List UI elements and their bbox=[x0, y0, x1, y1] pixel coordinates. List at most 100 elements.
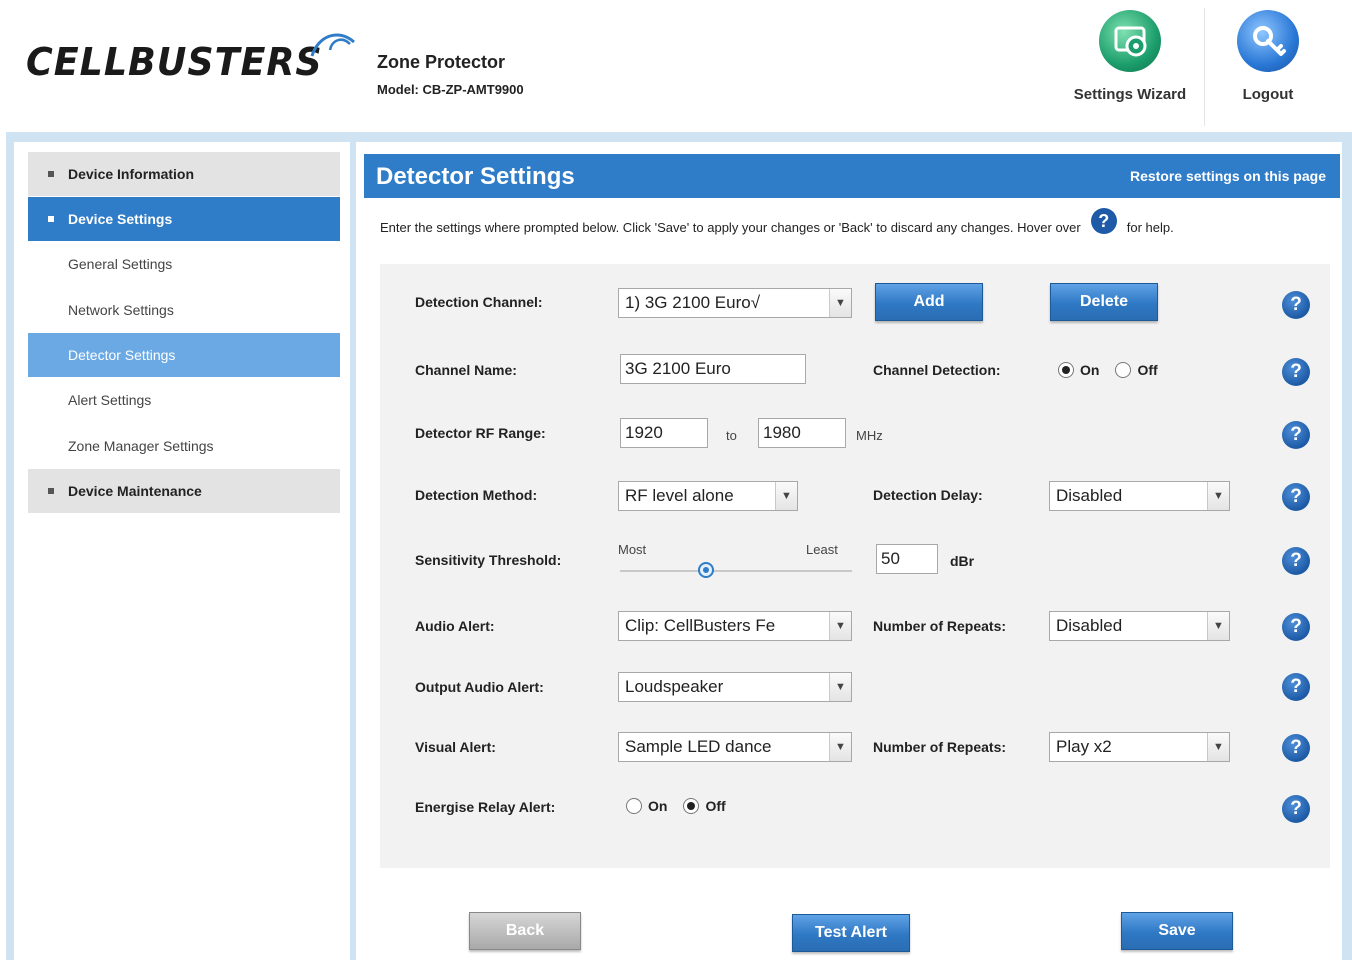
help-question-icon[interactable]: ? bbox=[1282, 613, 1310, 641]
sensitivity-slider-track[interactable] bbox=[620, 570, 852, 572]
settings-wizard-icon bbox=[1099, 10, 1161, 72]
sidebar-item-label: Device Settings bbox=[68, 211, 173, 227]
help-question-icon[interactable]: ? bbox=[1282, 291, 1310, 319]
page-title-bar: Detector Settings Restore settings on th… bbox=[364, 154, 1340, 198]
chevron-down-icon: ▼ bbox=[829, 289, 851, 317]
audio-repeats-value: Disabled bbox=[1056, 616, 1123, 635]
back-button[interactable]: Back bbox=[469, 912, 581, 950]
channel-detection-off-radio[interactable] bbox=[1115, 362, 1132, 378]
audio-alert-select[interactable]: Clip: CellBusters Fe ▼ bbox=[618, 611, 852, 641]
bullet-icon bbox=[48, 216, 54, 222]
visual-alert-select[interactable]: Sample LED dance ▼ bbox=[618, 732, 852, 762]
help-question-icon[interactable]: ? bbox=[1282, 483, 1310, 511]
chevron-down-icon: ▼ bbox=[1207, 612, 1229, 640]
sidebar-item-label: Zone Manager Settings bbox=[68, 438, 214, 454]
relay-alert-on-radio[interactable] bbox=[626, 798, 642, 814]
intro-text: Enter the settings where prompted below.… bbox=[380, 208, 1174, 240]
sidebar-item-device-information[interactable]: Device Information bbox=[28, 152, 340, 196]
output-audio-alert-select[interactable]: Loudspeaker ▼ bbox=[618, 672, 852, 702]
settings-wizard-button[interactable]: Settings Wizard bbox=[1060, 10, 1200, 103]
sensitivity-value-input[interactable]: 50 bbox=[876, 544, 938, 574]
sidebar-item-detector-settings[interactable]: Detector Settings bbox=[28, 333, 340, 377]
help-question-icon: ? bbox=[1090, 208, 1117, 234]
help-question-icon[interactable]: ? bbox=[1282, 421, 1310, 449]
page-title: Detector Settings bbox=[376, 163, 575, 190]
detection-delay-label: Detection Delay: bbox=[873, 487, 983, 503]
channel-detection-on-label: On bbox=[1080, 362, 1100, 378]
restore-settings-link[interactable]: Restore settings on this page bbox=[1130, 168, 1326, 184]
audio-alert-value: Clip: CellBusters Fe bbox=[625, 616, 776, 635]
relay-alert-radio-group: On Off bbox=[626, 798, 736, 814]
chevron-down-icon: ▼ bbox=[829, 673, 851, 701]
logout-key-icon bbox=[1237, 10, 1299, 72]
sidebar-item-label: Device Maintenance bbox=[68, 483, 202, 499]
sidebar-item-label: General Settings bbox=[68, 256, 173, 272]
help-question-icon[interactable]: ? bbox=[1282, 673, 1310, 701]
channel-name-label: Channel Name: bbox=[415, 362, 517, 378]
relay-alert-off-radio[interactable] bbox=[683, 798, 700, 814]
slider-least-label: Least bbox=[806, 542, 838, 557]
settings-wizard-label: Settings Wizard bbox=[1073, 86, 1187, 103]
logout-label: Logout bbox=[1242, 86, 1294, 103]
detection-delay-select[interactable]: Disabled ▼ bbox=[1049, 481, 1230, 511]
audio-repeats-select[interactable]: Disabled ▼ bbox=[1049, 611, 1230, 641]
save-button[interactable]: Save bbox=[1121, 912, 1233, 950]
rf-range-to-input[interactable]: 1980 bbox=[758, 418, 846, 448]
detection-channel-value: 1) 3G 2100 Euro√ bbox=[625, 293, 761, 312]
bullet-icon bbox=[48, 171, 54, 177]
sidebar-item-label: Detector Settings bbox=[68, 347, 176, 363]
help-question-icon[interactable]: ? bbox=[1282, 547, 1310, 575]
intro-text-after: for help. bbox=[1126, 219, 1174, 235]
help-question-icon[interactable]: ? bbox=[1282, 734, 1310, 762]
sidebar-item-device-settings[interactable]: Device Settings bbox=[28, 197, 340, 241]
chevron-down-icon: ▼ bbox=[1207, 482, 1229, 510]
slider-most-label: Most bbox=[618, 542, 647, 557]
add-channel-button[interactable]: Add bbox=[875, 283, 983, 321]
bullet-icon bbox=[48, 488, 54, 494]
header: CELLBUSTERS Zone Protector Model: CB-ZP-… bbox=[0, 0, 1352, 132]
sidebar-item-device-maintenance[interactable]: Device Maintenance bbox=[28, 469, 340, 513]
detection-method-label: Detection Method: bbox=[415, 487, 538, 503]
chevron-down-icon: ▼ bbox=[829, 733, 851, 761]
sidebar-item-label: Alert Settings bbox=[68, 392, 152, 408]
sensitivity-threshold-label: Sensitivity Threshold: bbox=[415, 552, 562, 568]
sidebar-item-network-settings[interactable]: Network Settings bbox=[28, 288, 340, 332]
detection-method-select[interactable]: RF level alone ▼ bbox=[618, 481, 798, 511]
output-audio-alert-label: Output Audio Alert: bbox=[415, 679, 544, 695]
channel-detection-off-label: Off bbox=[1137, 362, 1158, 378]
detection-channel-select[interactable]: 1) 3G 2100 Euro√ ▼ bbox=[618, 288, 852, 318]
sidebar-item-label: Network Settings bbox=[68, 302, 174, 318]
help-question-icon[interactable]: ? bbox=[1282, 795, 1310, 823]
channel-detection-radio-group: On Off bbox=[1058, 362, 1168, 378]
sensitivity-slider-handle[interactable] bbox=[697, 562, 714, 578]
channel-detection-label: Channel Detection: bbox=[873, 362, 1001, 378]
sidebar-item-label: Device Information bbox=[68, 166, 195, 182]
logo-text: CELLBUSTERS bbox=[26, 40, 323, 84]
channel-detection-on-radio[interactable] bbox=[1058, 362, 1074, 378]
visual-repeats-select[interactable]: Play x2 ▼ bbox=[1049, 732, 1230, 762]
test-alert-button[interactable]: Test Alert bbox=[792, 914, 910, 952]
intro-text-before: Enter the settings where prompted below.… bbox=[380, 219, 1081, 235]
visual-repeats-label: Number of Repeats: bbox=[873, 739, 1007, 755]
rf-range-to-label: to bbox=[726, 428, 737, 443]
audio-repeats-label: Number of Repeats: bbox=[873, 618, 1007, 634]
rf-range-unit: MHz bbox=[856, 428, 883, 443]
help-question-icon[interactable]: ? bbox=[1282, 358, 1310, 386]
sidebar-item-general-settings[interactable]: General Settings bbox=[28, 242, 340, 286]
delete-channel-button[interactable]: Delete bbox=[1050, 283, 1158, 321]
logout-button[interactable]: Logout bbox=[1198, 10, 1338, 103]
channel-name-input[interactable]: 3G 2100 Euro bbox=[620, 354, 806, 384]
relay-alert-off-label: Off bbox=[705, 798, 726, 814]
detection-delay-value: Disabled bbox=[1056, 486, 1123, 505]
cellbusters-logo: CELLBUSTERS bbox=[26, 26, 366, 106]
visual-repeats-value: Play x2 bbox=[1056, 737, 1112, 756]
chevron-down-icon: ▼ bbox=[775, 482, 797, 510]
visual-alert-label: Visual Alert: bbox=[415, 739, 496, 755]
sidebar-item-alert-settings[interactable]: Alert Settings bbox=[28, 378, 340, 422]
sensitivity-unit: dBr bbox=[950, 553, 975, 569]
output-audio-alert-value: Loudspeaker bbox=[625, 677, 724, 696]
detection-method-value: RF level alone bbox=[625, 486, 734, 505]
product-model: Model: CB-ZP-AMT9900 bbox=[377, 82, 524, 97]
rf-range-from-input[interactable]: 1920 bbox=[620, 418, 708, 448]
sidebar-item-zone-manager-settings[interactable]: Zone Manager Settings bbox=[28, 424, 340, 468]
